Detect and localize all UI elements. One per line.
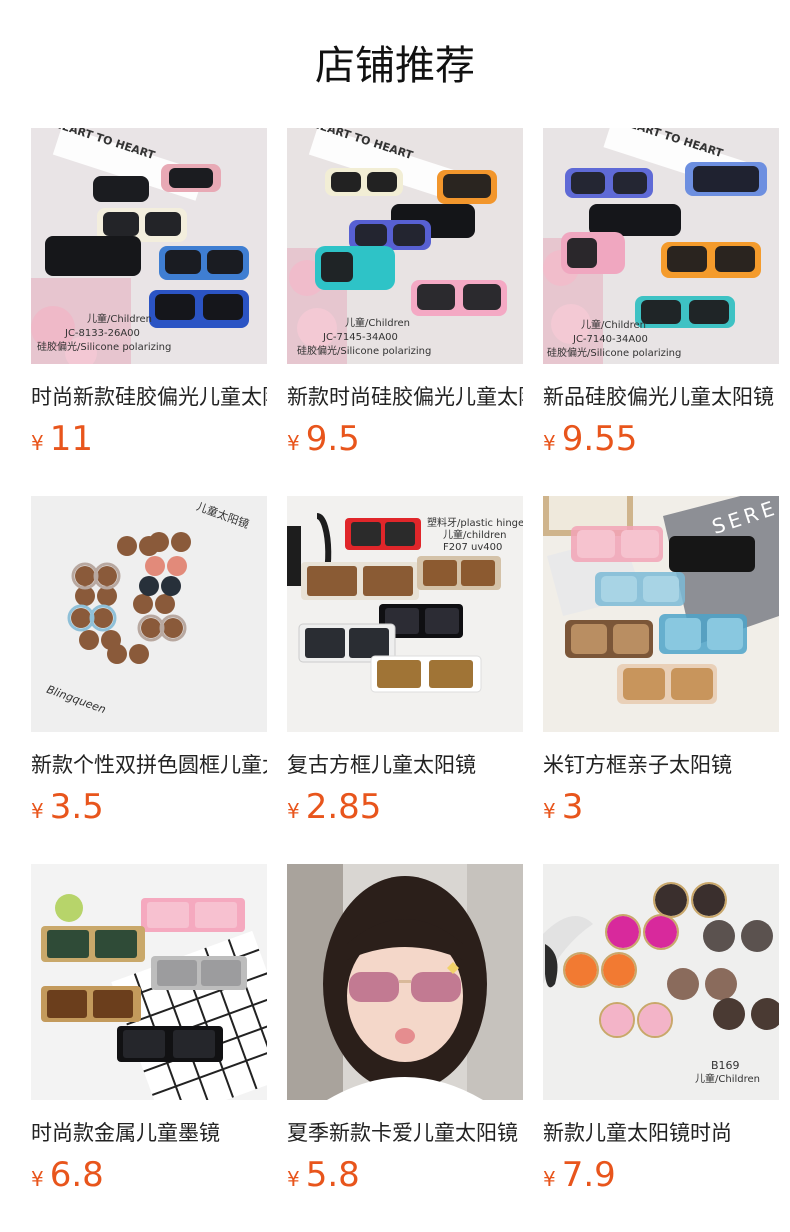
product-title[interactable]: 新款时尚硅胶偏光儿童太阳镜 bbox=[287, 383, 523, 411]
currency-symbol: ¥ bbox=[543, 799, 556, 823]
product-image[interactable]: HEART TO HEART 儿童/Children JC-7145-34A00… bbox=[287, 128, 523, 364]
image-caption: 硅胶偏光/Silicone polarizing bbox=[37, 342, 172, 353]
price-value: 2.85 bbox=[305, 787, 382, 827]
image-caption: 儿童/children bbox=[443, 530, 507, 541]
product-price: ¥7.9 bbox=[543, 1153, 779, 1203]
product-title[interactable]: 新品硅胶偏光儿童太阳镜 bbox=[543, 383, 779, 411]
product-image[interactable]: HEART TO HEART 儿童/Children JC-7140-34A00… bbox=[543, 128, 779, 364]
price-value: 7.9 bbox=[561, 1155, 616, 1195]
image-caption: 儿童/Children bbox=[695, 1074, 760, 1085]
product-title[interactable]: 复古方框儿童太阳镜 bbox=[287, 751, 523, 779]
price-value: 3.5 bbox=[49, 787, 104, 827]
product-price: ¥5.8 bbox=[287, 1153, 523, 1203]
product-title[interactable]: 夏季新款卡爱儿童太阳镜 bbox=[287, 1119, 523, 1147]
image-caption: F207 uv400 bbox=[443, 542, 503, 553]
product-card[interactable]: B169 儿童/Children 新款儿童太阳镜时尚 ¥7.9 bbox=[543, 864, 779, 1232]
currency-symbol: ¥ bbox=[287, 431, 300, 455]
price-value: 9.5 bbox=[305, 419, 360, 459]
product-card[interactable]: SERE 米钉方框亲子太阳镜 ¥3 bbox=[543, 496, 779, 864]
image-caption: 儿童/Children bbox=[345, 318, 410, 329]
currency-symbol: ¥ bbox=[31, 799, 44, 823]
price-value: 3 bbox=[561, 787, 584, 827]
store-recommendations-page: 店铺推荐 HEART TO HEART 儿童/Children JC-8133-… bbox=[0, 0, 790, 1232]
currency-symbol: ¥ bbox=[287, 1167, 300, 1191]
product-image[interactable]: 塑料牙/plastic hinge 儿童/children F207 uv400 bbox=[287, 496, 523, 732]
product-card[interactable]: HEART TO HEART 儿童/Children JC-8133-26A00… bbox=[31, 128, 267, 496]
image-caption: 塑料牙/plastic hinge bbox=[427, 518, 523, 529]
image-caption: 硅胶偏光/Silicone polarizing bbox=[547, 348, 682, 359]
product-grid: HEART TO HEART 儿童/Children JC-8133-26A00… bbox=[31, 128, 779, 1232]
image-caption: JC-8133-26A00 bbox=[65, 328, 140, 339]
image-caption: 儿童/Children bbox=[87, 314, 152, 325]
product-price: ¥9.5 bbox=[287, 417, 523, 467]
price-value: 11 bbox=[49, 419, 93, 459]
image-caption: JC-7140-34A00 bbox=[573, 334, 648, 345]
product-card[interactable]: HEART TO HEART 儿童/Children JC-7140-34A00… bbox=[543, 128, 779, 496]
product-card[interactable]: 时尚款金属儿童墨镜 ¥6.8 bbox=[31, 864, 267, 1232]
product-card[interactable]: 塑料牙/plastic hinge 儿童/children F207 uv400… bbox=[287, 496, 523, 864]
product-card[interactable]: HEART TO HEART 儿童/Children JC-7145-34A00… bbox=[287, 128, 523, 496]
product-price: ¥3.5 bbox=[31, 785, 267, 835]
product-title[interactable]: 时尚新款硅胶偏光儿童太阳镜 bbox=[31, 383, 267, 411]
page-title: 店铺推荐 bbox=[315, 43, 475, 89]
product-title[interactable]: 新款儿童太阳镜时尚 bbox=[543, 1119, 779, 1147]
image-caption: 硅胶偏光/Silicone polarizing bbox=[297, 346, 432, 357]
currency-symbol: ¥ bbox=[31, 1167, 44, 1191]
product-card[interactable]: 夏季新款卡爱儿童太阳镜 ¥5.8 bbox=[287, 864, 523, 1232]
product-title[interactable]: 新款个性双拼色圆框儿童太阳镜 bbox=[31, 751, 267, 779]
product-image[interactable]: 儿童太阳镜 Blingqueen bbox=[31, 496, 267, 732]
product-title[interactable]: 米钉方框亲子太阳镜 bbox=[543, 751, 779, 779]
product-card[interactable]: 儿童太阳镜 Blingqueen 新款个性双拼色圆框儿童太阳镜 ¥3.5 bbox=[31, 496, 267, 864]
product-title[interactable]: 时尚款金属儿童墨镜 bbox=[31, 1119, 267, 1147]
currency-symbol: ¥ bbox=[543, 1167, 556, 1191]
product-price: ¥6.8 bbox=[31, 1153, 267, 1203]
price-value: 9.55 bbox=[561, 419, 638, 459]
image-caption: JC-7145-34A00 bbox=[323, 332, 398, 343]
product-image[interactable] bbox=[287, 864, 523, 1100]
currency-symbol: ¥ bbox=[31, 431, 44, 455]
price-value: 6.8 bbox=[49, 1155, 104, 1195]
currency-symbol: ¥ bbox=[543, 431, 556, 455]
image-caption: B169 bbox=[711, 1059, 740, 1072]
product-image[interactable]: B169 儿童/Children bbox=[543, 864, 779, 1100]
image-caption: 儿童/Children bbox=[581, 320, 646, 331]
product-image[interactable] bbox=[31, 864, 267, 1100]
product-image[interactable]: HEART TO HEART 儿童/Children JC-8133-26A00… bbox=[31, 128, 267, 364]
product-image[interactable]: SERE bbox=[543, 496, 779, 732]
product-price: ¥11 bbox=[31, 417, 267, 467]
price-value: 5.8 bbox=[305, 1155, 360, 1195]
product-price: ¥3 bbox=[543, 785, 779, 835]
currency-symbol: ¥ bbox=[287, 799, 300, 823]
product-price: ¥9.55 bbox=[543, 417, 779, 467]
product-price: ¥2.85 bbox=[287, 785, 523, 835]
